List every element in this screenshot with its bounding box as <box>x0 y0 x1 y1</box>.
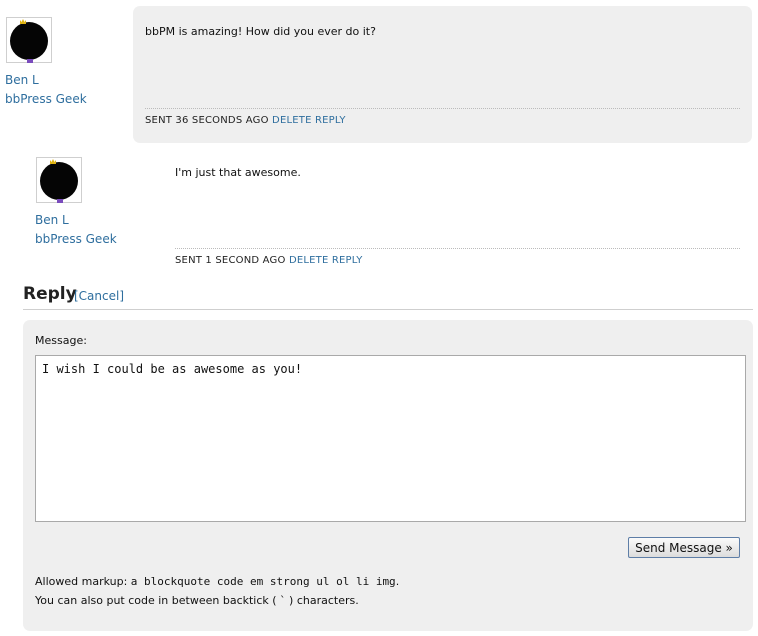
crown-icon <box>50 159 56 164</box>
cancel-link[interactable]: [Cancel] <box>74 289 124 303</box>
allowed-suffix: . <box>395 575 400 588</box>
reply-link[interactable]: REPLY <box>332 255 363 266</box>
avatar <box>36 157 82 203</box>
backtick-note: You can also put code in between backtic… <box>35 594 359 607</box>
message-textarea[interactable]: I wish I could be as awesome as you! <box>35 355 746 522</box>
divider <box>23 309 753 310</box>
message-meta: SENT 36 SECONDS AGO DELETE REPLY <box>145 115 346 126</box>
sent-time: SENT 36 SECONDS AGO <box>145 115 269 126</box>
delete-link[interactable]: DELETE <box>272 115 312 126</box>
message-text: I'm just that awesome. <box>175 166 301 179</box>
allowed-tags: a blockquote code em strong ul ol li img <box>130 575 396 588</box>
author-role: bbPress Geek <box>5 92 87 106</box>
collar-icon <box>57 199 63 203</box>
author-role: bbPress Geek <box>35 232 117 246</box>
message-divider <box>145 108 740 109</box>
collar-icon <box>27 59 33 63</box>
sent-time: SENT 1 SECOND AGO <box>175 255 286 266</box>
reply-link[interactable]: REPLY <box>315 115 346 126</box>
avatar-icon <box>10 22 48 60</box>
avatar <box>6 17 52 63</box>
author-name[interactable]: Ben L <box>35 213 69 227</box>
message-text: bbPM is amazing! How did you ever do it? <box>145 25 376 38</box>
message-divider <box>175 248 740 249</box>
send-message-button[interactable]: Send Message » <box>628 537 740 558</box>
crown-icon <box>20 19 26 24</box>
delete-link[interactable]: DELETE <box>289 255 329 266</box>
allowed-markup-label: Allowed markup: <box>35 575 128 588</box>
allowed-markup-note: Allowed markup: a blockquote code em str… <box>35 572 399 610</box>
message-meta: SENT 1 SECOND AGO DELETE REPLY <box>175 255 363 266</box>
author-name[interactable]: Ben L <box>5 73 39 87</box>
avatar-icon <box>40 162 78 200</box>
message-label: Message: <box>35 334 87 347</box>
reply-heading: Reply <box>23 284 77 304</box>
